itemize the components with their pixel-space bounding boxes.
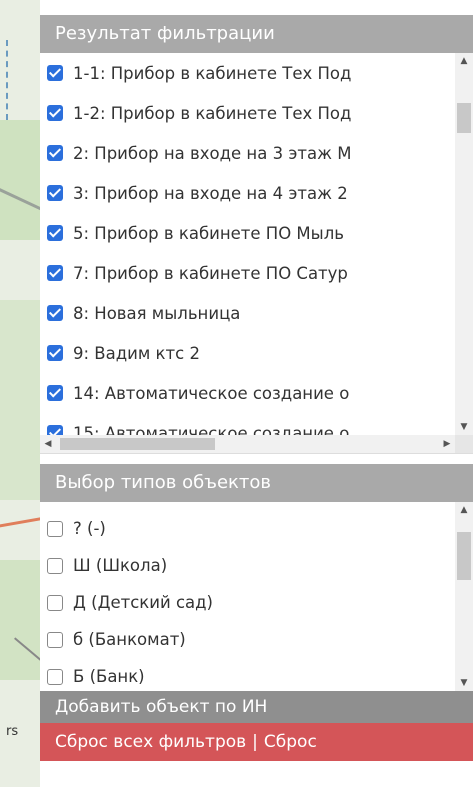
checkbox-unchecked[interactable] bbox=[47, 520, 63, 537]
list-item-label: 1-2: Прибор в кабинете Тех Под bbox=[73, 103, 352, 123]
checkbox-checked[interactable] bbox=[47, 425, 63, 435]
checkbox-checked[interactable] bbox=[47, 385, 63, 401]
checkbox-checked[interactable] bbox=[47, 265, 63, 281]
list-item-label: Д (Детский сад) bbox=[73, 593, 213, 612]
map-road bbox=[0, 513, 40, 530]
horizontal-scrollbar[interactable]: ◀ ▶ bbox=[40, 435, 455, 453]
object-type-item[interactable]: ? (-) bbox=[40, 510, 455, 547]
object-type-item[interactable]: б (Банкомат) bbox=[40, 621, 455, 658]
list-item-label: б (Банкомат) bbox=[73, 630, 186, 649]
filter-result-item[interactable]: 1-2: Прибор в кабинете Тех Под bbox=[40, 93, 455, 133]
list-item-label: 2: Прибор на входе на 3 этаж М bbox=[73, 143, 352, 163]
reset-all-filters-link[interactable]: Сброс всех фильтров bbox=[55, 732, 246, 752]
list-item-label: 3: Прибор на входе на 4 этаж 2 bbox=[73, 183, 348, 203]
list-item-label: Ш (Школа) bbox=[73, 556, 168, 575]
checkbox-checked[interactable] bbox=[47, 305, 63, 321]
map-background[interactable]: rs bbox=[0, 0, 40, 787]
filter-result-item[interactable]: 1-1: Прибор в кабинете Тех Под bbox=[40, 53, 455, 93]
checkbox-checked[interactable] bbox=[47, 345, 63, 361]
separator: | bbox=[252, 732, 258, 752]
vertical-scrollbar[interactable]: ▲ ▼ bbox=[455, 53, 473, 435]
filter-result-item[interactable]: 2: Прибор на входе на 3 этаж М bbox=[40, 133, 455, 173]
map-attribution: rs bbox=[6, 724, 19, 739]
list-item-label: 1-1: Прибор в кабинете Тех Под bbox=[73, 63, 352, 83]
list-item-label: 14: Автоматическое создание о bbox=[73, 383, 350, 403]
checkbox-checked[interactable] bbox=[47, 225, 63, 241]
filter-result-item[interactable]: 3: Прибор на входе на 4 этаж 2 bbox=[40, 173, 455, 213]
scrollbar-thumb[interactable] bbox=[60, 438, 215, 450]
list-item-label: 9: Вадим ктс 2 bbox=[73, 343, 200, 363]
object-type-item[interactable]: Б (Банк) bbox=[40, 658, 455, 691]
reset-bar: Сброс всех фильтров | Сброс bbox=[40, 723, 473, 761]
checkbox-unchecked[interactable] bbox=[47, 557, 63, 574]
checkbox-unchecked[interactable] bbox=[47, 631, 63, 648]
scroll-up-icon[interactable]: ▲ bbox=[455, 53, 473, 69]
checkbox-checked[interactable] bbox=[47, 105, 63, 121]
map-dashed-line bbox=[6, 40, 10, 120]
filter-results-list: 1-1: Прибор в кабинете Тех Под 1-2: Прибо… bbox=[40, 53, 455, 435]
filter-result-item[interactable]: 7: Прибор в кабинете ПО Сатур bbox=[40, 253, 455, 293]
reset-link[interactable]: Сброс bbox=[264, 732, 317, 752]
checkbox-checked[interactable] bbox=[47, 185, 63, 201]
scrollbar-corner bbox=[455, 435, 473, 453]
object-types-list: ? (-) Ш (Школа) Д (Детский сад) б (Банкомат… bbox=[40, 510, 455, 691]
map-green-area bbox=[0, 120, 40, 240]
checkbox-checked[interactable] bbox=[47, 65, 63, 81]
filter-result-item[interactable]: 5: Прибор в кабинете ПО Мыль bbox=[40, 213, 455, 253]
filter-result-item[interactable]: 8: Новая мыльница bbox=[40, 293, 455, 333]
scroll-right-icon[interactable]: ▶ bbox=[439, 435, 455, 453]
list-item-label: 15: Автоматическое создание о bbox=[73, 423, 350, 436]
list-item-label: 8: Новая мыльница bbox=[73, 303, 241, 323]
checkbox-unchecked[interactable] bbox=[47, 668, 63, 685]
checkbox-unchecked[interactable] bbox=[47, 594, 63, 611]
object-type-item[interactable]: Д (Детский сад) bbox=[40, 584, 455, 621]
list-item-label: 7: Прибор в кабинете ПО Сатур bbox=[73, 263, 348, 283]
filter-result-item[interactable]: 14: Автоматическое создание о bbox=[40, 373, 455, 413]
vertical-scrollbar[interactable]: ▲ ▼ bbox=[455, 502, 473, 691]
scrollbar-thumb[interactable] bbox=[457, 532, 471, 580]
filter-result-item[interactable]: 9: Вадим ктс 2 bbox=[40, 333, 455, 373]
list-item-label: Б (Банк) bbox=[73, 667, 145, 686]
filter-result-item[interactable]: 15: Автоматическое создание о bbox=[40, 413, 455, 435]
scroll-left-icon[interactable]: ◀ bbox=[40, 435, 56, 453]
scrollbar-thumb[interactable] bbox=[457, 103, 471, 133]
filter-results-header: Результат фильтрации bbox=[40, 15, 473, 53]
object-types-header: Выбор типов объектов bbox=[40, 464, 473, 502]
list-item-label: 5: Прибор в кабинете ПО Мыль bbox=[73, 223, 344, 243]
object-type-item[interactable]: Ш (Школа) bbox=[40, 547, 455, 584]
add-object-button[interactable]: Добавить объект по ИН bbox=[40, 691, 473, 723]
map-green-area bbox=[0, 560, 40, 680]
scroll-down-icon[interactable]: ▼ bbox=[455, 675, 473, 691]
scroll-up-icon[interactable]: ▲ bbox=[455, 502, 473, 518]
list-item-label: ? (-) bbox=[73, 519, 106, 538]
checkbox-checked[interactable] bbox=[47, 145, 63, 161]
scroll-down-icon[interactable]: ▼ bbox=[455, 419, 473, 435]
map-green-area bbox=[0, 300, 40, 500]
filter-results-section: 1-1: Прибор в кабинете Тех Под 1-2: Прибо… bbox=[40, 53, 473, 454]
object-types-section: ? (-) Ш (Школа) Д (Детский сад) б (Банкомат… bbox=[40, 502, 473, 691]
filter-panel: Результат фильтрации 1-1: Прибор в кабин… bbox=[40, 15, 473, 787]
